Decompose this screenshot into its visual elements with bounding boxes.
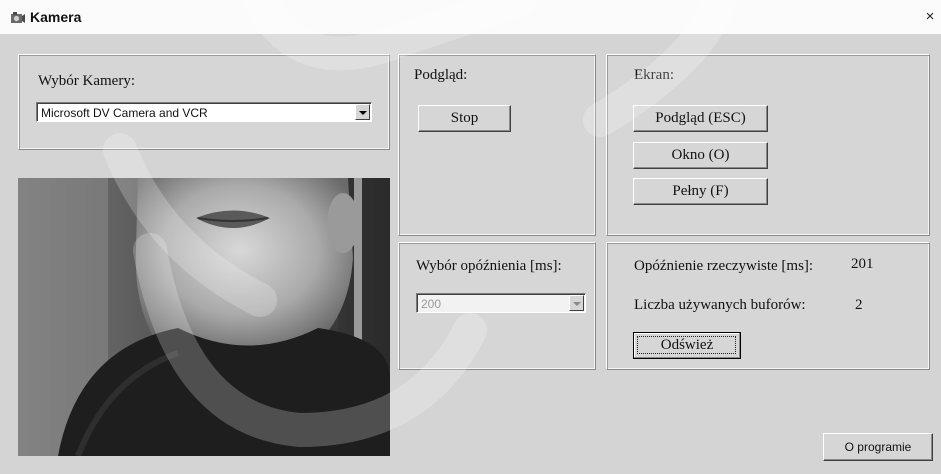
delay-select-value: 200 <box>421 297 442 311</box>
stats-panel: Opóźnienie rzeczywiste [ms]: 201 Liczba … <box>606 242 930 370</box>
chevron-down-icon <box>569 295 584 311</box>
window-mode-button[interactable]: Okno (O) <box>633 142 768 169</box>
camera-select-panel: Wybór Kamery: Microsoft DV Camera and VC… <box>18 54 390 150</box>
fullscreen-button[interactable]: Pełny (F) <box>633 178 768 205</box>
refresh-button[interactable]: Odśwież <box>633 332 741 359</box>
stop-button[interactable]: Stop <box>418 105 511 132</box>
delay-panel: Wybór opóźnienia [ms]: 200 <box>398 242 596 370</box>
preview-label: Podgląd: <box>414 67 468 83</box>
actual-delay-label: Opóźnienie rzeczywiste [ms]: <box>634 258 814 274</box>
camera-select-label: Wybór Kamery: <box>38 73 135 89</box>
screen-label: Ekran: <box>634 67 674 83</box>
close-icon[interactable]: × <box>921 8 939 26</box>
camera-app-icon <box>11 12 25 23</box>
preview-esc-button[interactable]: Podgląd (ESC) <box>633 105 768 132</box>
screen-panel: Ekran: Podgląd (ESC) Okno (O) Pełny (F) <box>606 54 930 236</box>
buffers-label: Liczba używanych buforów: <box>634 297 806 313</box>
title-bar: Kamera × <box>0 0 941 34</box>
window-title: Kamera <box>30 9 82 25</box>
actual-delay-value: 201 <box>851 256 874 272</box>
delay-label: Wybór opóźnienia [ms]: <box>416 258 562 274</box>
focus-rect <box>637 336 736 354</box>
camera-select-dropdown[interactable]: Microsoft DV Camera and VCR <box>36 102 372 122</box>
camera-preview-image <box>18 178 390 456</box>
about-button[interactable]: O programie <box>823 433 933 461</box>
buffers-value: 2 <box>855 297 863 313</box>
camera-select-value: Microsoft DV Camera and VCR <box>41 106 208 120</box>
chevron-down-icon[interactable] <box>355 104 370 120</box>
preview-panel: Podgląd: Stop <box>398 54 596 236</box>
delay-select-dropdown: 200 <box>416 293 586 313</box>
